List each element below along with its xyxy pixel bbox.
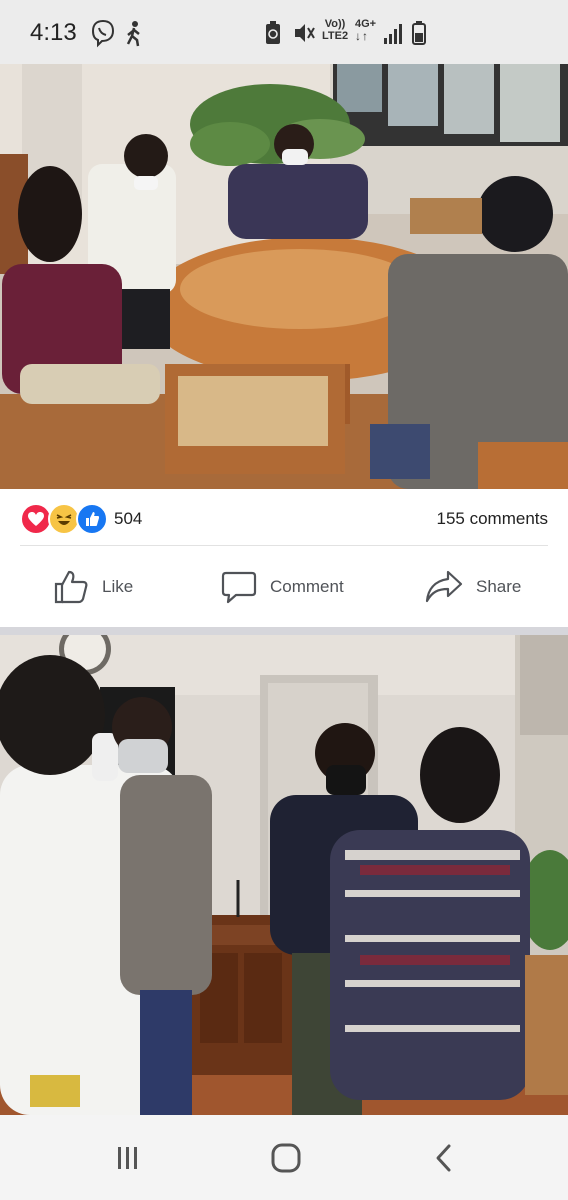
- thumbs-up-icon: [54, 570, 88, 604]
- battery-saver-icon: [266, 21, 280, 44]
- reaction-count: 504: [114, 509, 143, 528]
- back-button[interactable]: [424, 1140, 464, 1176]
- standing-group-image: [0, 635, 568, 1115]
- home-button[interactable]: [266, 1140, 306, 1176]
- comment-button[interactable]: Comment: [220, 567, 344, 607]
- mute-icon: [295, 24, 315, 42]
- comment-label: Comment: [270, 577, 344, 596]
- walking-icon: [126, 21, 140, 47]
- comments-count[interactable]: 155 comments: [437, 509, 549, 529]
- post-separator: [0, 627, 568, 635]
- share-label: Share: [476, 577, 522, 596]
- like-label: Like: [102, 577, 134, 596]
- home-icon: [271, 1143, 301, 1173]
- comment-bubble-icon: [221, 571, 257, 604]
- divider: [20, 545, 548, 546]
- like-icon: [76, 503, 108, 535]
- recent-apps-icon: [118, 1147, 137, 1169]
- reaction-summary[interactable]: 504 155 comments: [20, 503, 548, 535]
- viber-icon: [91, 19, 115, 48]
- recent-apps-button[interactable]: [108, 1140, 148, 1176]
- meeting-table-image: [0, 64, 568, 489]
- share-button[interactable]: Share: [424, 567, 521, 607]
- like-button[interactable]: Like: [52, 567, 133, 607]
- battery-icon: [412, 21, 426, 45]
- share-arrow-icon: [425, 570, 463, 603]
- status-bar: 4:13 Vo)) LTE2 4G+ ↓↑: [0, 0, 568, 64]
- data-indicator: 4G+ ↓↑: [355, 18, 377, 43]
- post-photo-standing-group[interactable]: [0, 635, 568, 1115]
- post-footer: 504 155 comments Like Comment Share: [0, 489, 568, 627]
- signal-icon: [384, 24, 402, 44]
- post-photo-meeting-table[interactable]: [0, 64, 568, 489]
- back-icon: [436, 1144, 451, 1172]
- volte-label: Vo)) LTE2: [322, 18, 349, 42]
- status-time: 4:13: [30, 19, 77, 46]
- system-navigation-bar: [0, 1115, 568, 1200]
